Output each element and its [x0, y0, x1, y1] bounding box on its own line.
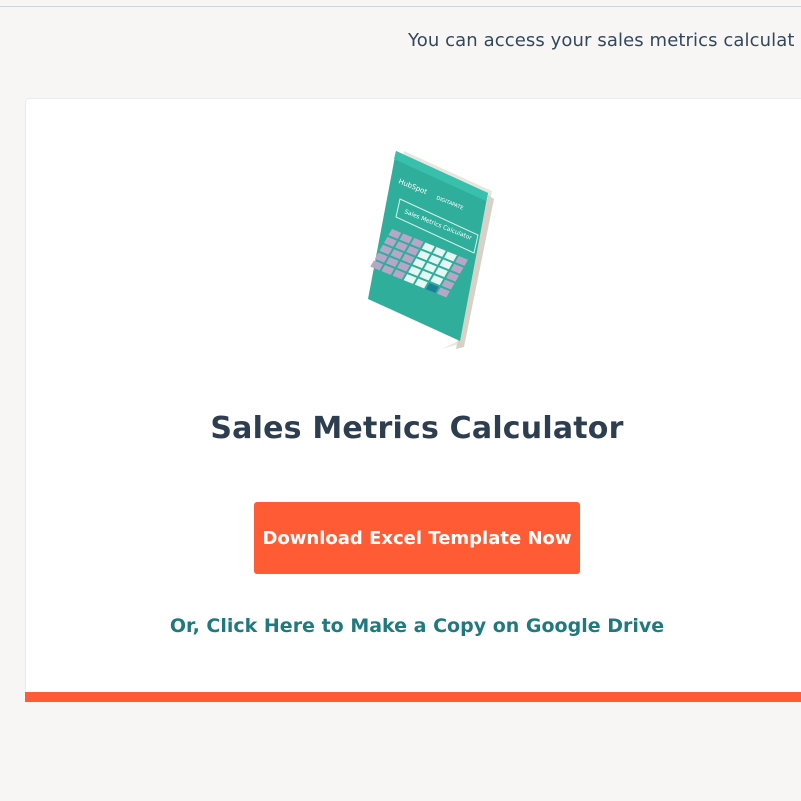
download-card: HubSpot DIGITAPATE Sales Metrics Calcula… — [25, 98, 801, 702]
card-accent-bar — [25, 692, 801, 702]
calculator-book-icon: HubSpot DIGITAPATE Sales Metrics Calcula… — [368, 151, 494, 349]
download-excel-button[interactable]: Download Excel Template Now — [254, 502, 580, 574]
intro-text: You can access your sales metrics calcul… — [408, 30, 795, 51]
top-divider — [0, 0, 801, 7]
google-drive-copy-link[interactable]: Or, Click Here to Make a Copy on Google … — [26, 615, 801, 637]
card-title: Sales Metrics Calculator — [210, 411, 624, 446]
